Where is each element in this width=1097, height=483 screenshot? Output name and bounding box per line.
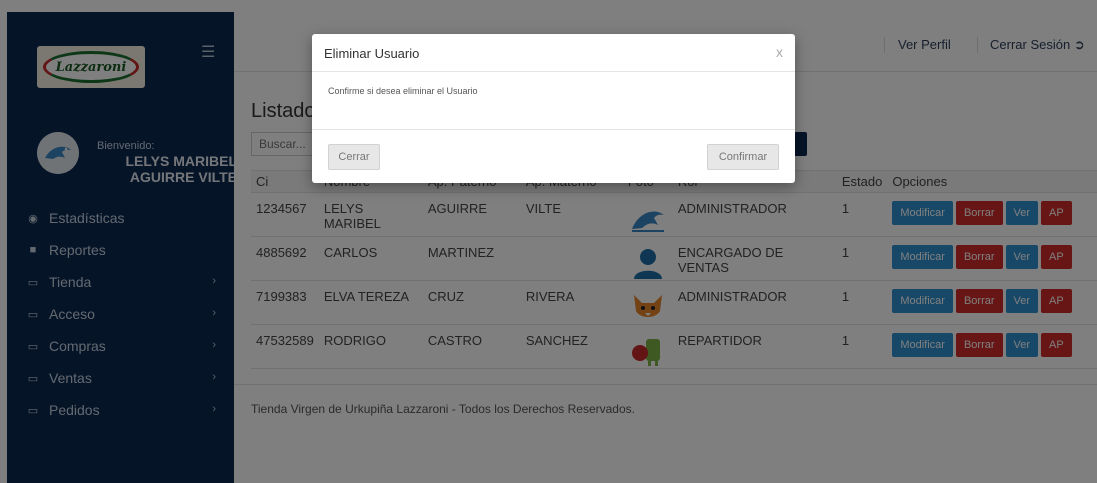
delete-user-modal: Eliminar Usuario x Confirme si desea eli… xyxy=(312,34,795,183)
modal-title: Eliminar Usuario xyxy=(324,46,420,61)
modal-body: Confirme si desea eliminar el Usuario xyxy=(312,72,795,130)
modal-footer: Cerrar Confirmar xyxy=(312,130,795,183)
close-icon[interactable]: x xyxy=(776,44,783,60)
confirm-button[interactable]: Confirmar xyxy=(707,144,779,170)
modal-message: Confirme si desea eliminar el Usuario xyxy=(328,86,478,96)
app-root: Lazzaroni ☰ Bienvenido: LELYS MARIBEL AG… xyxy=(0,0,1097,483)
close-button[interactable]: Cerrar xyxy=(328,144,380,170)
modal-header: Eliminar Usuario x xyxy=(312,34,795,72)
